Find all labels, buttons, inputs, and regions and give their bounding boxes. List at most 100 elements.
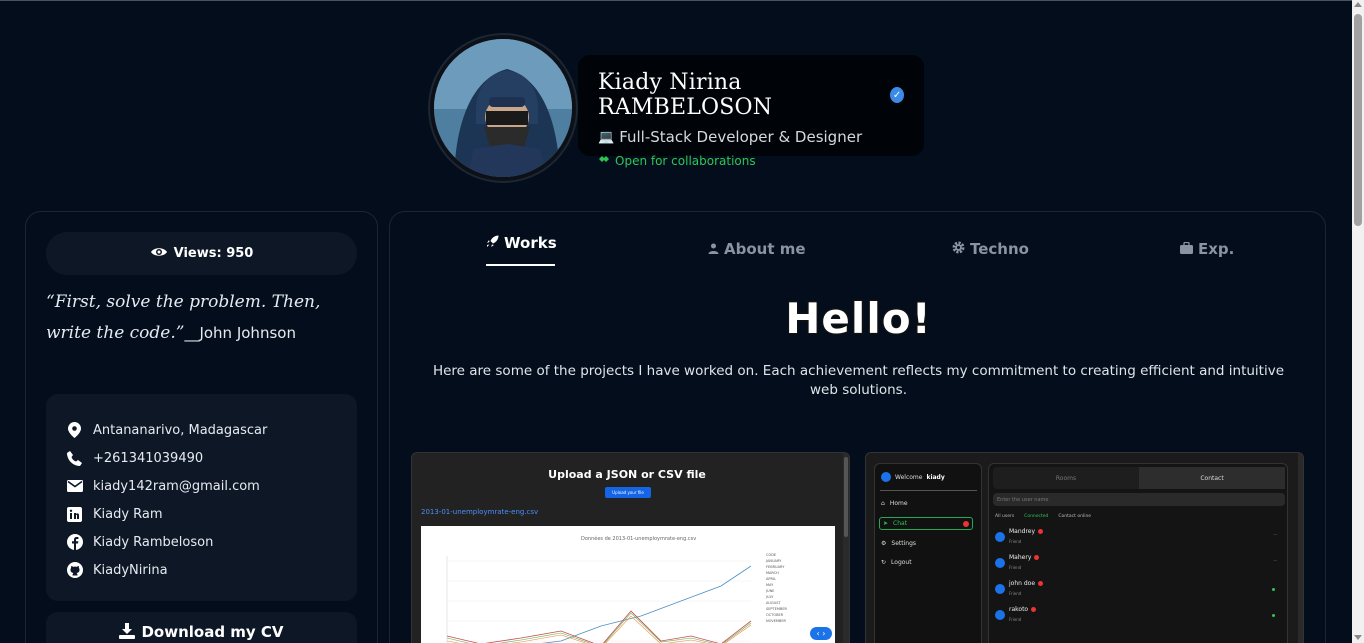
hello-heading: Hello! (784, 293, 932, 345)
contact-linkedin[interactable]: Kiady Ram (66, 500, 337, 528)
svg-text:MARCH: MARCH (766, 571, 779, 575)
project1-title: Upload a JSON or CSV file (548, 468, 706, 481)
quote: “First, solve the problem. Then, write t… (46, 287, 361, 349)
project2-contact-item: john doe Friend (995, 580, 1281, 602)
contact-time: — (1273, 558, 1278, 562)
project2-menu-logout-label: Logout (891, 559, 912, 566)
verified-badge-icon: ✓ (890, 87, 904, 103)
tab-techno-label: Techno (970, 240, 1029, 258)
phone-icon (66, 450, 83, 467)
views-counter: Views: 950 (46, 232, 357, 275)
contact-github-text: KiadyNirina (93, 562, 168, 578)
contact-name: Mandrey (1009, 528, 1036, 535)
svg-text:FEBRUARY: FEBRUARY (766, 565, 785, 569)
tab-works-label: Works (504, 234, 557, 252)
home-icon: ⌂ (881, 500, 885, 507)
project2-tab-contact: Contact (1139, 467, 1285, 489)
contact-email[interactable]: kiady142ram@gmail.com (66, 472, 337, 500)
laptop-icon: 💻 (598, 129, 615, 145)
svg-text:CODE: CODE (766, 553, 776, 557)
project1-chart-preview: Données de 2013-01-unemploymrate-eng.csv… (421, 526, 835, 643)
online-dot (1272, 614, 1275, 617)
contact-phone-text: +261341039490 (93, 450, 204, 466)
project-card-csv-visualizer[interactable]: Upload a JSON or CSV file Upload your fi… (411, 452, 850, 643)
project2-menu-logout: ↻ Logout (881, 559, 912, 566)
active-tab-indicator (486, 264, 555, 266)
project2-search: Enter the user name (993, 493, 1285, 506)
contact-phone[interactable]: +261341039490 (66, 444, 337, 472)
project2-menu-home-label: Home (889, 500, 908, 507)
contact-card: Antananarivo, Madagascar +261341039490 k… (46, 394, 357, 601)
profile-header-card: Kiady Nirina RAMBELOSON ✓ 💻 Full-Stack D… (578, 55, 924, 168)
svg-text:JANUARY: JANUARY (765, 559, 782, 563)
quote-author: __John Johnson (184, 324, 296, 342)
profile-avatar (430, 35, 576, 181)
filter-connected: Connected (1024, 514, 1049, 519)
svg-text:JUNE: JUNE (765, 589, 774, 593)
project-card-chat-app[interactable]: Welcome kiady ⌂ Home ➤ Chat ⚙ Settings ↻ Log… (865, 452, 1304, 643)
mail-icon (66, 478, 83, 495)
browser-top-border (0, 0, 1364, 1)
scroll-up-arrow-icon[interactable] (1354, 2, 1362, 7)
notification-badge (963, 520, 969, 527)
facebook-icon (66, 534, 83, 551)
tab-bar: Works About me Techno Exp. (390, 234, 1325, 274)
tab-experience-label: Exp. (1198, 240, 1235, 258)
user-icon (708, 240, 719, 258)
contact-location-text: Antananarivo, Madagascar (93, 422, 268, 438)
contact-avatar-icon (995, 558, 1005, 568)
contact-avatar-icon (995, 610, 1005, 620)
eye-icon (150, 246, 168, 262)
project1-nav-arrows[interactable]: ‹ › (810, 627, 832, 640)
github-icon (66, 562, 83, 579)
project2-menu-settings-label: Settings (891, 540, 916, 547)
scroll-down-arrow-icon[interactable] (1354, 635, 1362, 640)
svg-text:JULY: JULY (765, 595, 774, 599)
online-dot (1272, 588, 1275, 591)
contact-sub: Friend (1009, 591, 1022, 596)
page-scrollbar[interactable] (1352, 0, 1364, 643)
profile-status: Open for collaborations (615, 153, 756, 168)
project2-contact-item: Mandrey Friend — (995, 528, 1281, 550)
project1-upload-button: Upload your file (605, 487, 651, 498)
main-panel: Works About me Techno Exp. Hello! Here a… (389, 211, 1326, 643)
scrollbar-thumb[interactable] (1354, 14, 1362, 226)
contact-avatar-icon (995, 584, 1005, 594)
user-avatar-icon (881, 472, 891, 482)
svg-text:NOVEMBER: NOVEMBER (766, 619, 787, 623)
contact-facebook[interactable]: Kiady Rambeloson (66, 528, 337, 556)
project2-tabs: Rooms Contact (993, 467, 1285, 489)
gear-icon (952, 240, 965, 258)
svg-text:Données de 2013-01-unemploymra: Données de 2013-01-unemploymrate-eng.csv (581, 535, 696, 542)
unread-badge (1038, 529, 1044, 534)
profile-name: Kiady Nirina RAMBELOSON (598, 70, 773, 120)
download-cv-button[interactable]: Download my CV (46, 612, 357, 643)
tab-about-me[interactable]: About me (708, 240, 806, 258)
project2-scrollbar (1298, 453, 1303, 643)
tab-experience[interactable]: Exp. (1180, 240, 1234, 258)
contact-name: rakoto (1009, 606, 1029, 613)
gear-icon: ⚙ (881, 540, 887, 547)
tab-techno[interactable]: Techno (952, 240, 1029, 258)
linkedin-icon (66, 506, 83, 523)
tab-works[interactable]: Works (486, 234, 557, 252)
project2-menu-chat-label: Chat (893, 520, 908, 527)
divider (880, 490, 977, 491)
contact-email-text: kiady142ram@gmail.com (93, 478, 260, 494)
contact-time: — (1273, 532, 1278, 536)
svg-text:OCTOBER: OCTOBER (766, 613, 784, 617)
project2-filters: All users Connected Contact online (995, 514, 1091, 519)
sidebar: Views: 950 “First, solve the problem. Th… (25, 211, 378, 643)
contact-sub: Friend (1009, 565, 1022, 570)
contact-avatar-icon (995, 532, 1005, 542)
contact-facebook-text: Kiady Rambeloson (93, 534, 214, 550)
contact-github[interactable]: KiadyNirina (66, 556, 337, 584)
rocket-icon (486, 234, 499, 252)
profile-role: Full-Stack Developer & Designer (619, 128, 863, 146)
briefcase-icon (1180, 240, 1193, 258)
svg-text:MAY: MAY (766, 583, 774, 587)
contact-name: john doe (1009, 580, 1036, 587)
contact-location: Antananarivo, Madagascar (66, 416, 337, 444)
unread-badge (1031, 607, 1037, 612)
location-icon (66, 422, 83, 439)
